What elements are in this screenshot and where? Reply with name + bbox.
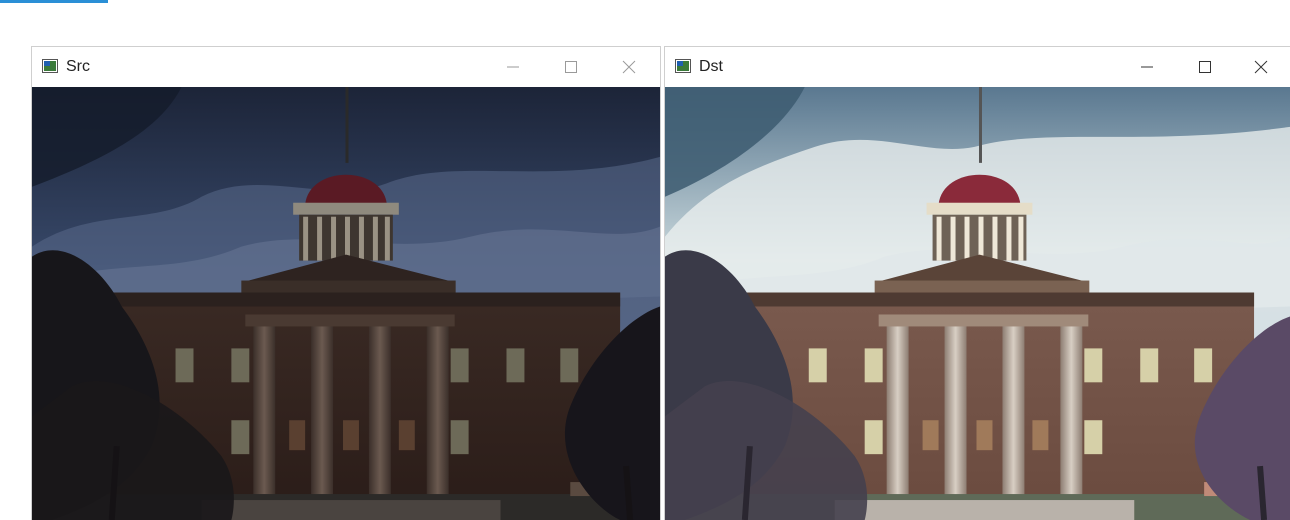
minimize-button[interactable] [1124, 47, 1170, 87]
minimize-button[interactable] [490, 47, 536, 87]
window-title: Dst [699, 58, 723, 75]
image-canvas[interactable] [665, 87, 1290, 520]
close-icon [1254, 60, 1268, 74]
maximize-icon [1199, 61, 1211, 73]
opencv-window-icon [42, 59, 58, 73]
maximize-icon [565, 61, 577, 73]
close-button[interactable] [1238, 47, 1284, 87]
src-window: Src [31, 46, 661, 520]
window-title: Src [66, 58, 90, 75]
capitol-photo-dst [665, 87, 1290, 520]
maximize-button[interactable] [548, 47, 594, 87]
close-button[interactable] [606, 47, 652, 87]
accent-bar [0, 0, 108, 3]
maximize-button[interactable] [1182, 47, 1228, 87]
minimize-icon [507, 66, 519, 68]
titlebar[interactable]: Src [32, 47, 660, 87]
titlebar[interactable]: Dst [665, 47, 1290, 87]
close-icon [622, 60, 636, 74]
dst-window: Dst [664, 46, 1290, 520]
image-canvas[interactable] [32, 87, 660, 520]
minimize-icon [1141, 66, 1153, 68]
capitol-photo-src [32, 87, 660, 520]
opencv-window-icon [675, 59, 691, 73]
